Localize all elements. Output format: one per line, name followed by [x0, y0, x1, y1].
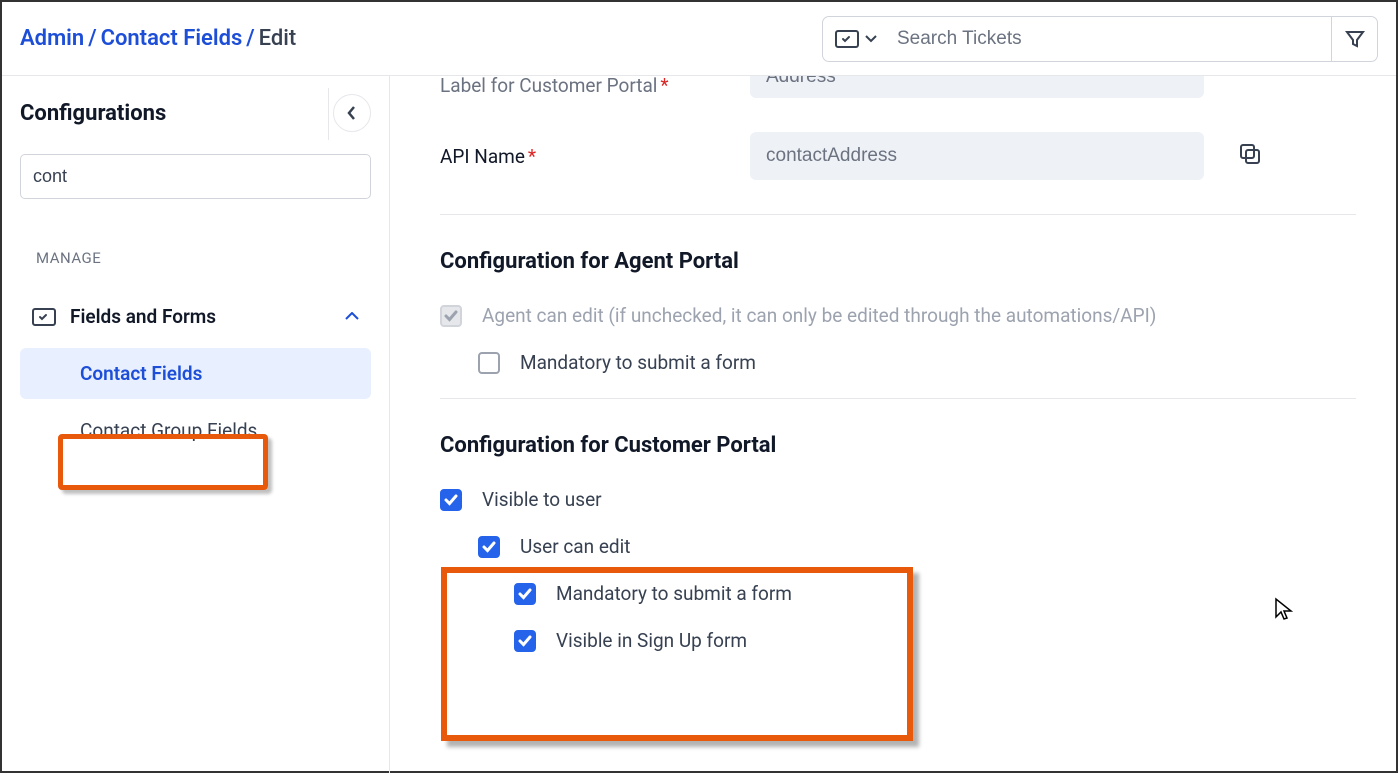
sidebar: Configurations MANAGE Fields and Forms C…: [2, 76, 390, 773]
search-container: [822, 16, 1378, 62]
chk-visible-to-user[interactable]: Visible to user: [440, 488, 1356, 511]
sidebar-section-label: MANAGE: [36, 249, 371, 267]
breadcrumb-admin[interactable]: Admin: [20, 26, 84, 51]
content: Label for Customer Portal* API Name*: [390, 76, 1396, 773]
api-name-input[interactable]: [750, 132, 1204, 180]
form-row-api-name: API Name*: [440, 132, 1356, 180]
nav-group-label: Fields and Forms: [70, 305, 216, 328]
form-label: API Name*: [440, 145, 750, 168]
sidebar-item-contact-group-fields[interactable]: Contact Group Fields: [20, 405, 371, 456]
chk-label: Mandatory to submit a form: [556, 582, 792, 605]
sidebar-search-input[interactable]: [20, 154, 371, 199]
breadcrumb-sep: /: [88, 26, 96, 51]
chevron-down-icon: [865, 35, 877, 43]
checkbox: [440, 305, 462, 327]
sidebar-title: Configurations: [20, 101, 166, 126]
chk-label: User can edit: [520, 535, 630, 558]
search-input[interactable]: [897, 28, 1311, 50]
form-row-customer-label: Label for Customer Portal*: [440, 76, 1356, 98]
checkbox[interactable]: [514, 583, 536, 605]
customer-portal-label-input[interactable]: [750, 76, 1204, 98]
ticket-icon: [32, 308, 56, 326]
ticket-type-dropdown[interactable]: [835, 30, 877, 48]
checkbox[interactable]: [478, 352, 500, 374]
nav-group-fields-forms[interactable]: Fields and Forms: [20, 297, 371, 336]
main: Configurations MANAGE Fields and Forms C…: [2, 76, 1396, 773]
chk-agent-can-edit: Agent can edit (if unchecked, it can onl…: [440, 304, 1356, 327]
breadcrumb: Admin / Contact Fields / Edit: [20, 26, 296, 51]
checkbox[interactable]: [514, 630, 536, 652]
collapse-sidebar-button[interactable]: [333, 94, 371, 132]
breadcrumb-section[interactable]: Contact Fields: [101, 26, 243, 51]
chk-user-can-edit[interactable]: User can edit: [440, 535, 1356, 558]
filter-button[interactable]: [1331, 16, 1377, 62]
divider: [440, 398, 1356, 399]
chk-visible-signup[interactable]: Visible in Sign Up form: [440, 629, 1356, 652]
sidebar-item-label: Contact Group Fields: [80, 419, 257, 442]
required-marker: *: [660, 76, 668, 97]
checkbox[interactable]: [440, 489, 462, 511]
divider: [328, 88, 329, 140]
form-label: Label for Customer Portal*: [440, 76, 750, 97]
label-text: Label for Customer Portal: [440, 76, 657, 97]
breadcrumb-sep: /: [246, 26, 254, 51]
chk-customer-mandatory[interactable]: Mandatory to submit a form: [440, 582, 1356, 605]
sidebar-item-contact-fields[interactable]: Contact Fields: [20, 348, 371, 399]
chevron-up-icon: [345, 312, 359, 321]
chk-agent-mandatory[interactable]: Mandatory to submit a form: [440, 351, 1356, 374]
sidebar-item-label: Contact Fields: [80, 362, 202, 385]
required-marker: *: [528, 145, 536, 168]
breadcrumb-current: Edit: [259, 26, 297, 51]
ticket-icon: [835, 30, 859, 48]
divider: [440, 214, 1356, 215]
chk-label: Agent can edit (if unchecked, it can onl…: [482, 304, 1156, 327]
chevron-left-icon: [347, 105, 357, 121]
filter-icon: [1345, 29, 1365, 49]
section-title-agent: Configuration for Agent Portal: [440, 249, 1356, 274]
header-bar: Admin / Contact Fields / Edit: [2, 2, 1396, 76]
copy-icon: [1238, 142, 1262, 166]
label-text: API Name: [440, 145, 525, 168]
checkbox[interactable]: [478, 536, 500, 558]
search-box[interactable]: [822, 16, 1378, 62]
copy-button[interactable]: [1234, 138, 1266, 174]
chk-label: Mandatory to submit a form: [520, 351, 756, 374]
section-title-customer: Configuration for Customer Portal: [440, 433, 1356, 458]
chk-label: Visible in Sign Up form: [556, 629, 747, 652]
chk-label: Visible to user: [482, 488, 602, 511]
